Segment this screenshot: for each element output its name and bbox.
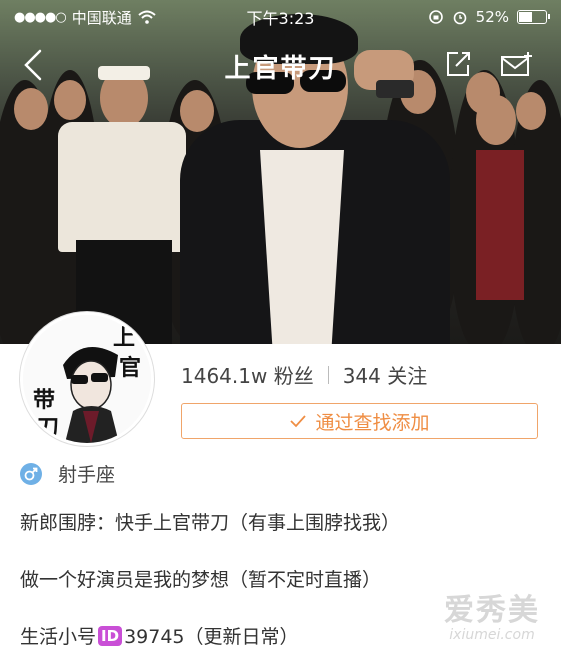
bio-line-3: 生活小号 ID 39745（更新日常） <box>20 622 299 649</box>
battery-level <box>519 12 532 22</box>
mail-add-icon <box>501 52 532 76</box>
message-button[interactable] <box>500 50 534 78</box>
watermark: 爱秀美 ixiumei.com <box>432 585 552 647</box>
gender-row: 射手座 <box>20 460 115 487</box>
add-by-search-button[interactable]: 通过查找添加 <box>181 403 538 439</box>
avatar-portrait: 上 官 带 刀 <box>23 315 151 443</box>
status-time: 下午3:23 <box>246 9 315 28</box>
avatar-char-2: 官 <box>119 355 141 381</box>
fans-label: 粉丝 <box>273 364 314 388</box>
battery-icon <box>517 10 550 24</box>
following-label: 关注 <box>387 364 428 388</box>
share-icon <box>447 52 470 76</box>
watermark-en: ixiumei.com <box>449 627 535 643</box>
avatar-char-4: 刀 <box>37 415 59 441</box>
watermark-cn: 爱秀美 <box>444 593 540 628</box>
avatar-char-1: 上 <box>113 325 135 351</box>
id-badge-icon: ID <box>98 626 123 646</box>
fans-stat[interactable]: 1464.1w 粉丝 <box>181 360 314 389</box>
avatar-char-3: 带 <box>33 387 55 413</box>
following-stat[interactable]: 344 关注 <box>343 360 428 389</box>
male-icon <box>20 462 42 485</box>
bio-line-1: 新郎围脖：快手上官带刀（有事上围脖找我） <box>20 512 401 534</box>
status-bar: ●●●●○ 中国联通 下午3:23 52% <box>0 0 561 34</box>
page-title: 上官带刀 <box>224 54 337 84</box>
add-button-label: 通过查找添加 <box>315 411 430 434</box>
share-button[interactable] <box>444 50 472 78</box>
bio-line-2: 做一个好演员是我的梦想（暂不定时直播） <box>20 569 382 591</box>
fans-count: 1464.1w <box>181 364 268 388</box>
following-count: 344 <box>342 364 381 388</box>
checkmark-icon <box>290 415 307 428</box>
nav-bar: 上官带刀 <box>0 40 561 90</box>
bio-line-3-prefix: 生活小号 <box>20 626 97 648</box>
constellation-label: 射手座 <box>58 464 116 486</box>
stats-divider <box>327 365 329 384</box>
bio-line-3-suffix: 39745（更新日常） <box>124 626 299 648</box>
profile-stats: 1464.1w 粉丝 344 关注 <box>181 360 427 389</box>
avatar[interactable]: 上 官 带 刀 <box>20 312 154 446</box>
